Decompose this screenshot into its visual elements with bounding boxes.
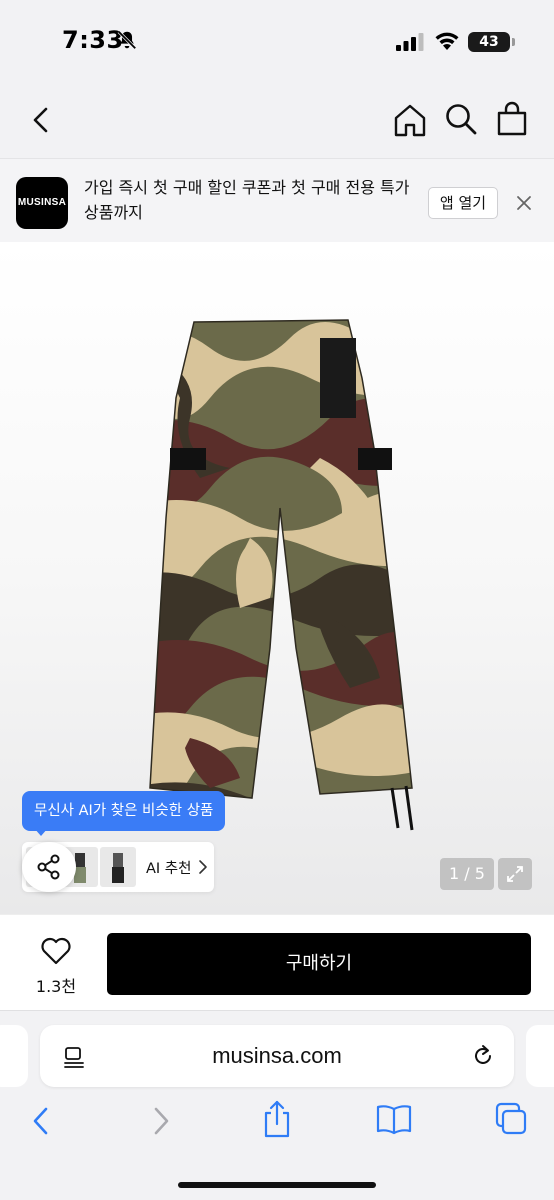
bookmarks-icon[interactable] [376,1103,412,1135]
bell-slash-icon [117,30,137,50]
expand-icon [507,866,523,882]
image-page-counter: 1 / 5 [440,858,494,890]
previous-tab-preview[interactable] [0,1025,28,1087]
status-time: 7:33 [62,26,124,54]
top-navigation [0,80,554,158]
like-button[interactable]: 1.3천 [22,933,90,997]
share-sheet-icon[interactable] [262,1099,292,1139]
wifi-icon [435,32,459,50]
like-count: 1.3천 [35,977,77,996]
tooltip-tail [34,828,48,836]
search-icon[interactable] [442,100,480,138]
app-install-banner: MUSINSA 가입 즉시 첫 구매 할인 쿠폰과 첫 구매 전용 특가 상품까… [0,158,554,242]
address-bar[interactable]: musinsa.com [40,1025,514,1087]
browser-toolbar: musinsa.com [0,1010,554,1200]
open-app-button[interactable]: 앱 열기 [428,187,498,219]
back-icon[interactable] [24,102,58,138]
product-image-carousel[interactable]: 무신사 AI가 찾은 비슷한 상품 AI 추천 1 / 5 [0,242,554,914]
buy-button[interactable]: 구매하기 [107,933,531,995]
battery-cap [512,38,515,46]
musinsa-logo: MUSINSA [16,177,68,229]
reload-icon[interactable] [470,1043,496,1069]
ai-similar-tooltip[interactable]: 무신사 AI가 찾은 비슷한 상품 [22,791,226,831]
close-icon[interactable] [514,193,534,213]
purchase-bar: 1.3천 구매하기 [0,914,554,1010]
tabs-icon[interactable] [494,1101,528,1137]
browser-back-icon[interactable] [28,1103,54,1139]
banner-message: 가입 즉시 첫 구매 할인 쿠폰과 첫 구매 전용 특가 상품까지 [84,178,410,222]
shopping-bag-icon[interactable] [494,100,530,138]
home-icon[interactable] [390,100,430,140]
share-icon [37,854,60,880]
share-button[interactable] [22,842,76,892]
next-tab-preview[interactable] [526,1025,554,1087]
product-image [149,319,414,831]
heart-icon [41,937,71,965]
expand-image-button[interactable] [498,858,532,890]
home-indicator [178,1182,376,1188]
reco-thumbnail [100,847,136,887]
browser-forward-icon[interactable] [148,1103,174,1139]
status-bar: 7:33 43 [0,0,554,80]
ai-reco-label: AI 추천 [146,861,192,877]
cellular-signal-icon [396,33,424,51]
url-text: musinsa.com [212,1043,342,1068]
battery-indicator: 43 [468,32,510,52]
chevron-right-icon [199,860,207,874]
